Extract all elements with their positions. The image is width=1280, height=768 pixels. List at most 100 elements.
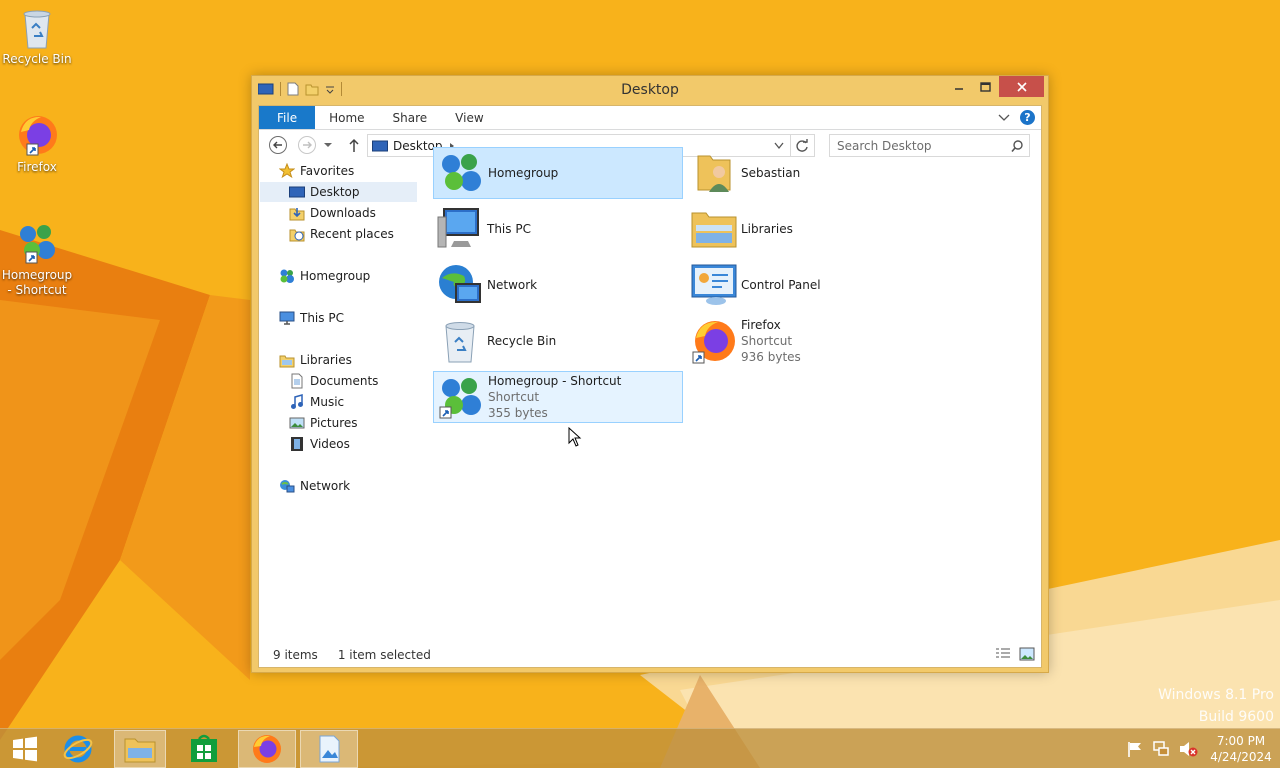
item-name: Firefox [741, 318, 781, 332]
desktop-icon-recycle-bin[interactable]: Recycle Bin [0, 6, 74, 67]
network-icon [439, 265, 481, 303]
minimize-button[interactable] [946, 76, 972, 97]
taskbar-photos[interactable] [300, 730, 358, 768]
network-icon [280, 480, 295, 493]
item-firefox[interactable]: Firefox Shortcut 936 bytes [687, 315, 937, 367]
network-status-icon[interactable] [1152, 740, 1170, 758]
forward-arrow-icon [298, 136, 316, 154]
item-libraries[interactable]: Libraries [687, 203, 937, 255]
clock[interactable]: 7:00 PM 4/24/2024 [1202, 733, 1280, 765]
item-homegroup-shortcut[interactable]: Homegroup - Shortcut Shortcut 355 bytes [433, 371, 683, 423]
system-tray: 7:00 PM 4/24/2024 [1126, 729, 1280, 768]
nav-favorites[interactable]: Favorites [279, 161, 354, 181]
tab-share[interactable]: Share [379, 106, 442, 129]
nav-homegroup[interactable]: Homegroup [279, 266, 370, 286]
nav-documents[interactable]: Documents [289, 371, 378, 391]
nav-music[interactable]: Music [289, 392, 344, 412]
nav-label: Desktop [310, 185, 360, 199]
nav-label: Documents [310, 374, 379, 388]
item-this-pc[interactable]: This PC [433, 203, 683, 255]
desktop-icon-label: Homegroup - Shortcut [1, 268, 73, 297]
pictures-icon [289, 417, 305, 429]
firefox-icon [692, 321, 735, 364]
selection-count: 1 item selected [337, 648, 431, 662]
nav-label: Videos [310, 437, 350, 451]
nav-downloads[interactable]: Downloads [289, 203, 376, 223]
chevron-down-icon [324, 143, 332, 147]
computer-icon [279, 311, 295, 325]
item-type: Shortcut [488, 390, 540, 404]
libraries-icon [691, 212, 737, 248]
search-icon[interactable] [1011, 140, 1023, 152]
tab-file[interactable]: File [259, 106, 316, 129]
control-panel-icon [691, 264, 737, 305]
user-folder-icon [697, 155, 731, 192]
explorer-window: Desktop File Home Share View ? Desktop S… [251, 75, 1049, 673]
title-bar[interactable]: Desktop [252, 76, 1048, 104]
desktop-icon-homegroup-shortcut[interactable]: Homegroup - Shortcut [0, 220, 74, 298]
music-icon [291, 394, 303, 409]
nav-label: Favorites [300, 164, 355, 178]
windows-watermark: Windows 8.1 Pro Build 9600 [1158, 684, 1274, 728]
recycle-bin-icon [445, 322, 475, 363]
tab-home[interactable]: Home [315, 106, 378, 129]
firefox-icon [253, 735, 281, 763]
item-name: Homegroup [488, 166, 559, 180]
recent-places-icon [289, 229, 305, 242]
desktop-icon-label: Recycle Bin [2, 52, 72, 66]
recycle-bin-icon [23, 10, 51, 49]
watermark-build: Build 9600 [1198, 709, 1274, 725]
maximize-icon [979, 81, 991, 92]
item-recycle-bin[interactable]: Recycle Bin [433, 315, 683, 367]
clock-date: 4/24/2024 [1210, 750, 1272, 764]
nav-recent-places[interactable]: Recent places [289, 224, 394, 244]
store-icon [191, 734, 217, 762]
photos-icon [319, 735, 340, 763]
taskbar-file-explorer[interactable] [114, 730, 166, 768]
item-size: 355 bytes [488, 406, 548, 420]
explorer-body: File Home Share View ? Desktop Search De… [258, 105, 1042, 668]
item-network[interactable]: Network [433, 259, 683, 311]
start-button[interactable] [4, 730, 46, 768]
help-icon[interactable]: ? [1020, 110, 1035, 125]
homegroup-icon [442, 154, 481, 191]
taskbar-firefox[interactable] [238, 730, 296, 768]
nav-this-pc[interactable]: This PC [279, 308, 344, 328]
star-icon [279, 163, 295, 179]
close-button[interactable] [999, 76, 1044, 97]
item-name: Sebastian [741, 166, 801, 180]
details-view-icon[interactable] [995, 647, 1011, 661]
tab-view[interactable]: View [441, 106, 497, 129]
large-icons-view-icon[interactable] [1019, 647, 1035, 661]
nav-libraries[interactable]: Libraries [279, 350, 352, 370]
item-name: Network [487, 278, 538, 292]
item-name: Homegroup - Shortcut [488, 374, 622, 388]
item-sebastian[interactable]: Sebastian [687, 147, 937, 199]
nav-network[interactable]: Network [279, 476, 350, 496]
back-button[interactable] [267, 134, 289, 156]
nav-label: Pictures [310, 416, 358, 430]
item-name: Libraries [741, 222, 793, 236]
desktop-icon-firefox[interactable]: Firefox [0, 112, 74, 175]
up-button[interactable] [343, 134, 365, 156]
maximize-button[interactable] [972, 76, 998, 97]
navigation-pane: Favorites Desktop Downloads Recent place… [259, 161, 419, 631]
forward-button[interactable] [296, 134, 318, 156]
taskbar-internet-explorer[interactable] [52, 730, 104, 768]
file-explorer-icon [124, 738, 156, 763]
nav-label: Network [300, 479, 351, 493]
item-control-panel[interactable]: Control Panel [687, 259, 937, 311]
item-homegroup[interactable]: Homegroup [433, 147, 683, 199]
homegroup-icon [280, 269, 294, 283]
expand-ribbon-icon[interactable] [998, 113, 1010, 123]
nav-videos[interactable]: Videos [289, 434, 350, 454]
taskbar-store[interactable] [178, 730, 230, 768]
volume-muted-icon[interactable] [1178, 740, 1198, 758]
item-name: Control Panel [741, 278, 821, 292]
nav-desktop[interactable]: Desktop [260, 182, 417, 202]
item-count: 9 items [273, 648, 318, 662]
status-bar: 9 items 1 item selected [259, 643, 1041, 667]
action-center-flag-icon[interactable] [1126, 740, 1144, 758]
recent-locations-button[interactable] [321, 134, 335, 156]
nav-pictures[interactable]: Pictures [289, 413, 358, 433]
